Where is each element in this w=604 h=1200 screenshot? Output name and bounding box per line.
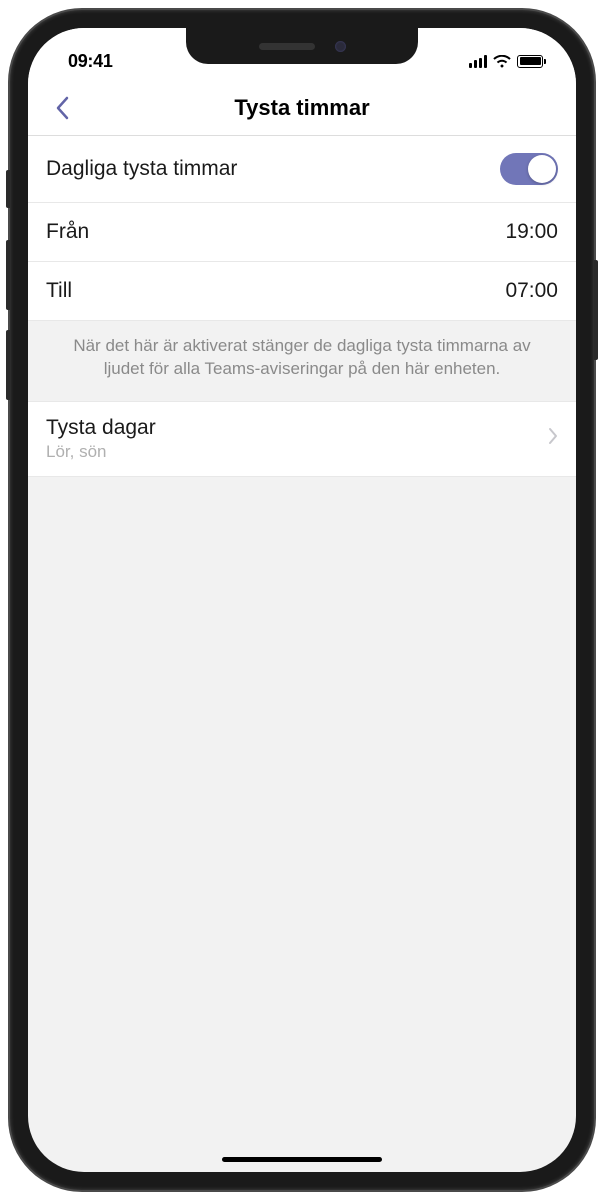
daily-quiet-hours-toggle[interactable]	[500, 153, 558, 185]
home-indicator[interactable]	[222, 1157, 382, 1162]
description-text: När det här är aktiverat stänger de dagl…	[28, 321, 576, 401]
volume-down	[6, 330, 10, 400]
mute-switch	[6, 170, 10, 208]
battery-icon	[517, 55, 546, 68]
screen: 09:41	[28, 28, 576, 1172]
power-button	[594, 260, 598, 360]
settings-content: Dagliga tysta timmar Från 19:00 Till 07:…	[28, 136, 576, 477]
quiet-days-row[interactable]: Tysta dagar Lör, sön	[28, 401, 576, 477]
to-value: 07:00	[505, 279, 558, 303]
daily-quiet-hours-label: Dagliga tysta timmar	[46, 157, 237, 181]
status-time: 09:41	[68, 51, 113, 72]
front-camera	[335, 41, 346, 52]
chevron-right-icon	[548, 427, 558, 450]
from-label: Från	[46, 220, 89, 244]
speaker	[259, 43, 315, 50]
from-time-row[interactable]: Från 19:00	[28, 203, 576, 262]
phone-frame: 09:41	[10, 10, 594, 1190]
quiet-days-value: Lör, sön	[46, 442, 156, 462]
to-label: Till	[46, 279, 72, 303]
toggle-knob	[528, 155, 556, 183]
volume-up	[6, 240, 10, 310]
quiet-days-label: Tysta dagar	[46, 416, 156, 440]
wifi-icon	[493, 55, 511, 68]
back-button[interactable]	[42, 88, 82, 128]
daily-quiet-hours-row: Dagliga tysta timmar	[28, 136, 576, 203]
page-title: Tysta timmar	[28, 95, 576, 121]
to-time-row[interactable]: Till 07:00	[28, 262, 576, 321]
chevron-left-icon	[55, 96, 69, 120]
notch	[186, 28, 418, 64]
from-value: 19:00	[505, 220, 558, 244]
status-icons	[469, 55, 547, 68]
nav-header: Tysta timmar	[28, 80, 576, 136]
cellular-signal-icon	[469, 55, 488, 68]
